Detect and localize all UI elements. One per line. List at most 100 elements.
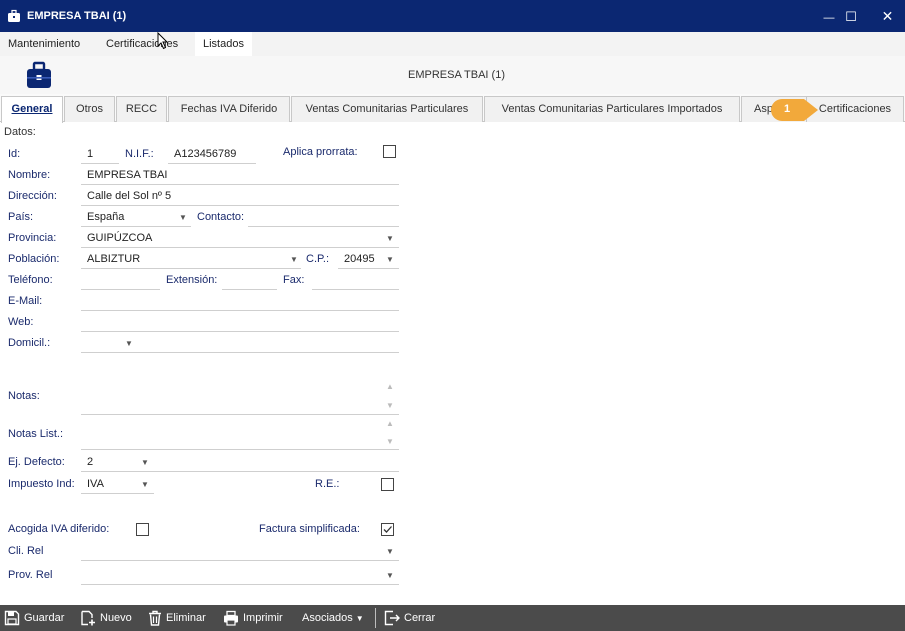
- factura-simplificada-checkbox[interactable]: [381, 523, 394, 536]
- poblacion-dropdown-icon[interactable]: ▼: [290, 255, 298, 264]
- title-bar: EMPRESA TBAI (1) — ☐ ✕: [0, 0, 905, 32]
- aplica-prorrata-checkbox[interactable]: [383, 145, 396, 158]
- provincia-select[interactable]: GUIPÚZCOA: [87, 232, 152, 244]
- notas-underline: [81, 414, 399, 415]
- tab-otros[interactable]: Otros: [64, 96, 115, 122]
- toolbar-divider: [375, 608, 376, 628]
- tab-ventas-comunitarias-importados[interactable]: Ventas Comunitarias Particulares Importa…: [484, 96, 740, 122]
- acogida-iva-checkbox[interactable]: [136, 523, 149, 536]
- domicil-underline: [81, 352, 399, 353]
- prov-rel-underline: [81, 584, 399, 585]
- notas-textarea[interactable]: [81, 378, 381, 412]
- annotation-badge: [771, 99, 818, 121]
- id-underline: [81, 163, 119, 164]
- cli-rel-dropdown-icon[interactable]: ▼: [386, 547, 394, 556]
- direccion-underline: [81, 205, 399, 206]
- tab-ventas-comunitarias-particulares[interactable]: Ventas Comunitarias Particulares: [291, 96, 483, 122]
- nif-underline: [168, 163, 256, 164]
- trash-icon: [149, 610, 161, 626]
- nombre-field[interactable]: EMPRESA TBAI: [87, 169, 168, 181]
- web-underline: [81, 331, 399, 332]
- badge-number: 1: [784, 103, 791, 115]
- prov-rel-label: Prov. Rel: [8, 569, 53, 581]
- contacto-label: Contacto:: [197, 211, 245, 223]
- maximize-button[interactable]: ☐: [829, 0, 873, 32]
- asociados-label: Asociados: [302, 612, 353, 624]
- cp-dropdown-icon[interactable]: ▼: [386, 255, 394, 264]
- email-label: E-Mail:: [8, 295, 43, 307]
- cp-select[interactable]: 20495: [344, 253, 380, 265]
- cerrar-button[interactable]: Cerrar: [384, 610, 435, 627]
- save-icon: [4, 610, 20, 626]
- provincia-underline: [81, 247, 399, 248]
- briefcase-icon: [27, 61, 51, 88]
- section-label: Datos:: [4, 126, 36, 138]
- provincia-dropdown-icon[interactable]: ▼: [386, 234, 394, 243]
- poblacion-select[interactable]: ALBIZTUR: [87, 253, 140, 265]
- cli-rel-underline: [81, 560, 399, 561]
- impuesto-ind-dropdown-icon[interactable]: ▼: [141, 480, 149, 489]
- cli-rel-label: Cli. Rel: [8, 545, 44, 557]
- header-title: EMPRESA TBAI (1): [408, 69, 505, 81]
- ej-defecto-dropdown-icon[interactable]: ▼: [141, 458, 149, 467]
- nuevo-button[interactable]: Nuevo: [80, 610, 132, 627]
- new-document-icon: [81, 610, 95, 626]
- pais-label: País:: [8, 211, 34, 223]
- pais-underline: [81, 226, 191, 227]
- id-field[interactable]: 1: [87, 148, 93, 160]
- guardar-button[interactable]: Guardar: [4, 610, 64, 627]
- extension-label: Extensión:: [166, 274, 218, 286]
- ej-defecto-select[interactable]: 2: [87, 456, 93, 468]
- impuesto-ind-select[interactable]: IVA: [87, 478, 104, 490]
- poblacion-underline: [81, 268, 301, 269]
- contacto-underline: [248, 226, 399, 227]
- provincia-label: Provincia:: [8, 232, 57, 244]
- direccion-field[interactable]: Calle del Sol nº 5: [87, 190, 171, 202]
- nombre-label: Nombre:: [8, 169, 51, 181]
- asociados-button[interactable]: Asociados ▼: [302, 610, 364, 627]
- prov-rel-dropdown-icon[interactable]: ▼: [386, 571, 394, 580]
- tab-general[interactable]: General: [1, 96, 63, 123]
- printer-icon: [224, 610, 238, 626]
- eliminar-button[interactable]: Eliminar: [148, 610, 206, 627]
- email-underline: [81, 310, 399, 311]
- notas-list-textarea[interactable]: [81, 418, 381, 448]
- window-title: EMPRESA TBAI (1): [27, 10, 127, 22]
- telefono-underline: [81, 289, 160, 290]
- notas-list-scroll-down-icon[interactable]: ▼: [386, 437, 394, 446]
- domicil-dropdown-icon[interactable]: ▼: [125, 339, 133, 348]
- pais-select[interactable]: España: [87, 211, 124, 223]
- tab-certificaciones[interactable]: Certificaciones: [806, 96, 904, 122]
- notas-scroll-up-icon[interactable]: ▲: [386, 382, 394, 391]
- eliminar-label: Eliminar: [166, 612, 206, 624]
- fax-label: Fax:: [283, 274, 305, 286]
- cp-label: C.P.:: [306, 253, 330, 265]
- imprimir-label: Imprimir: [243, 612, 283, 624]
- tab-recc[interactable]: RECC: [116, 96, 167, 122]
- fax-underline: [312, 289, 399, 290]
- notas-scroll-down-icon[interactable]: ▼: [386, 401, 394, 410]
- imprimir-button[interactable]: Imprimir: [223, 610, 283, 627]
- web-label: Web:: [8, 316, 34, 328]
- form-header: EMPRESA TBAI (1): [0, 56, 905, 94]
- pais-dropdown-icon[interactable]: ▼: [179, 213, 187, 222]
- tab-fechas-iva-diferido[interactable]: Fechas IVA Diferido: [168, 96, 290, 122]
- impuesto-ind-label: Impuesto Ind:: [8, 478, 75, 490]
- notas-list-scroll-up-icon[interactable]: ▲: [386, 419, 394, 428]
- re-checkbox[interactable]: [381, 478, 394, 491]
- guardar-label: Guardar: [24, 612, 65, 624]
- menu-listados[interactable]: Listados: [195, 32, 252, 56]
- notas-list-underline: [81, 449, 399, 450]
- maximize-icon: ☐: [845, 9, 857, 24]
- ej-defecto-underline: [81, 471, 399, 472]
- ej-defecto-label: Ej. Defecto:: [8, 456, 65, 468]
- acogida-iva-label: Acogida IVA diferido:: [8, 523, 110, 535]
- asociados-chevron-icon: ▼: [355, 614, 364, 623]
- nif-field[interactable]: A123456789: [174, 148, 236, 160]
- menu-mantenimiento[interactable]: Mantenimiento: [8, 38, 80, 50]
- nuevo-label: Nuevo: [100, 612, 132, 624]
- direccion-label: Dirección:: [8, 190, 57, 202]
- notas-label: Notas:: [8, 390, 40, 402]
- extension-underline: [222, 289, 277, 290]
- close-button[interactable]: ✕: [870, 0, 905, 32]
